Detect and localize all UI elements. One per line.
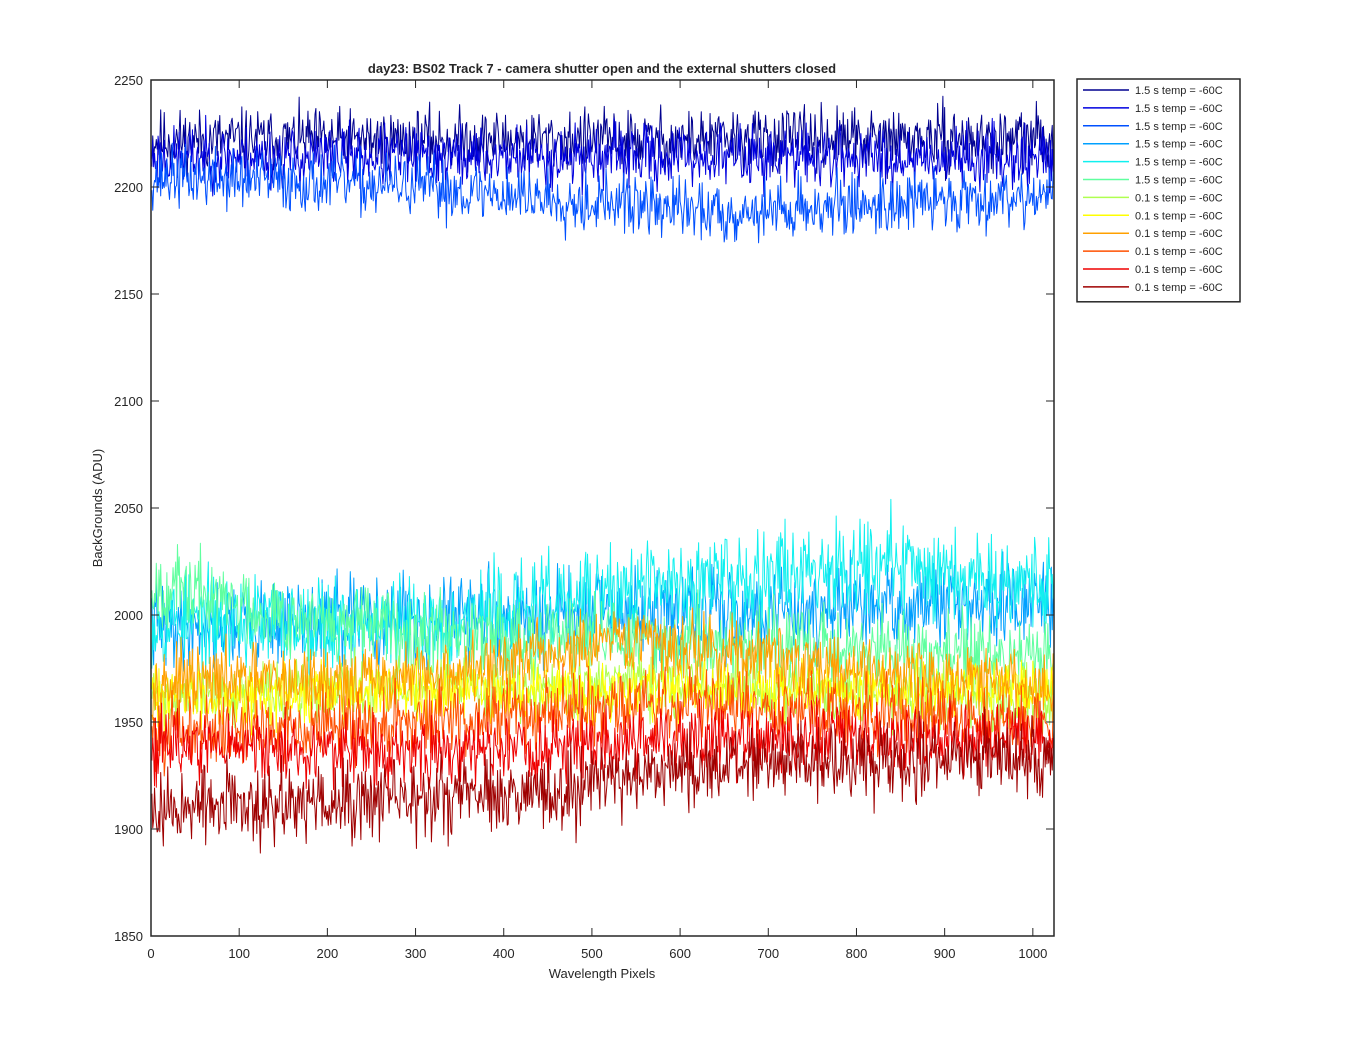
y-tick-label: 2050: [114, 501, 143, 516]
y-tick-label: 1900: [114, 822, 143, 837]
x-tick-label: 100: [228, 946, 250, 961]
y-axis-label: BackGrounds (ADU): [90, 449, 105, 567]
legend-entry-label: 1.5 s temp = -60C: [1135, 139, 1223, 151]
legend-entry-label: 1.5 s temp = -60C: [1135, 157, 1223, 169]
x-tick-label: 400: [493, 946, 515, 961]
legend-entry-label: 1.5 s temp = -60C: [1135, 85, 1223, 97]
x-tick-label: 200: [317, 946, 339, 961]
legend-entry-label: 0.1 s temp = -60C: [1135, 246, 1223, 258]
legend-entry-label: 0.1 s temp = -60C: [1135, 228, 1223, 240]
x-axis-label: Wavelength Pixels: [549, 966, 656, 981]
legend-entry-label: 0.1 s temp = -60C: [1135, 210, 1223, 222]
legend-entry-label: 1.5 s temp = -60C: [1135, 121, 1223, 133]
chart-title: day23: BS02 Track 7 - camera shutter ope…: [368, 61, 836, 76]
x-tick-label: 700: [757, 946, 779, 961]
x-tick-label: 1000: [1018, 946, 1047, 961]
x-tick-label: 500: [581, 946, 603, 961]
x-tick-label: 600: [669, 946, 691, 961]
x-tick-label: 0: [147, 946, 154, 961]
y-tick-label: 1950: [114, 715, 143, 730]
legend-entry-label: 0.1 s temp = -60C: [1135, 282, 1223, 294]
legend-entry-label: 0.1 s temp = -60C: [1135, 192, 1223, 204]
y-tick-label: 2200: [114, 180, 143, 195]
x-tick-label: 300: [405, 946, 427, 961]
legend-entry-label: 0.1 s temp = -60C: [1135, 264, 1223, 276]
chart-figure: day23: BS02 Track 7 - camera shutter ope…: [0, 0, 1350, 1050]
y-tick-label: 2250: [114, 73, 143, 88]
y-tick-label: 2100: [114, 394, 143, 409]
x-tick-label: 800: [846, 946, 868, 961]
legend-entry-label: 1.5 s temp = -60C: [1135, 175, 1223, 187]
y-tick-label: 2150: [114, 287, 143, 302]
y-tick-label: 1850: [114, 929, 143, 944]
x-tick-label: 900: [934, 946, 956, 961]
y-tick-label: 2000: [114, 608, 143, 623]
legend-entry-label: 1.5 s temp = -60C: [1135, 103, 1223, 115]
legend: 1.5 s temp = -60C 1.5 s temp = -60C 1.5 s …: [1076, 78, 1241, 303]
